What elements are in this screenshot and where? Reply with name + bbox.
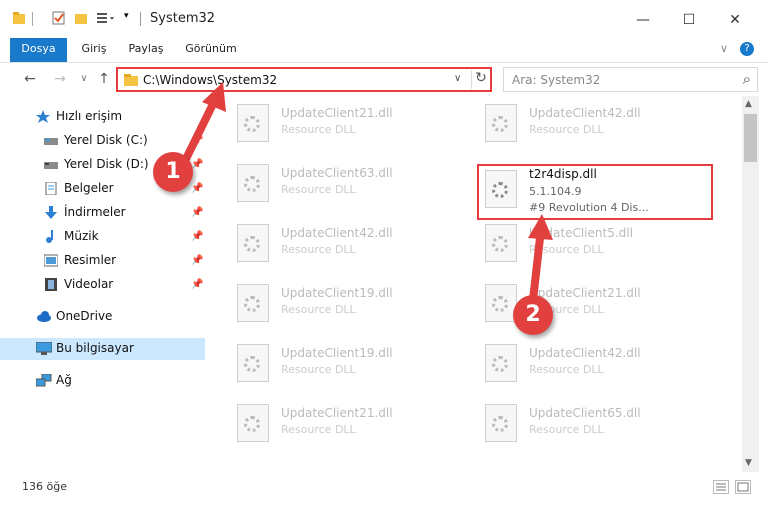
arrow-2 — [528, 214, 553, 304]
step-badge-1: 1 — [153, 152, 193, 192]
arrow-1 — [179, 82, 226, 169]
step-badge-2: 2 — [513, 295, 553, 335]
annotation-arrows — [179, 82, 553, 304]
